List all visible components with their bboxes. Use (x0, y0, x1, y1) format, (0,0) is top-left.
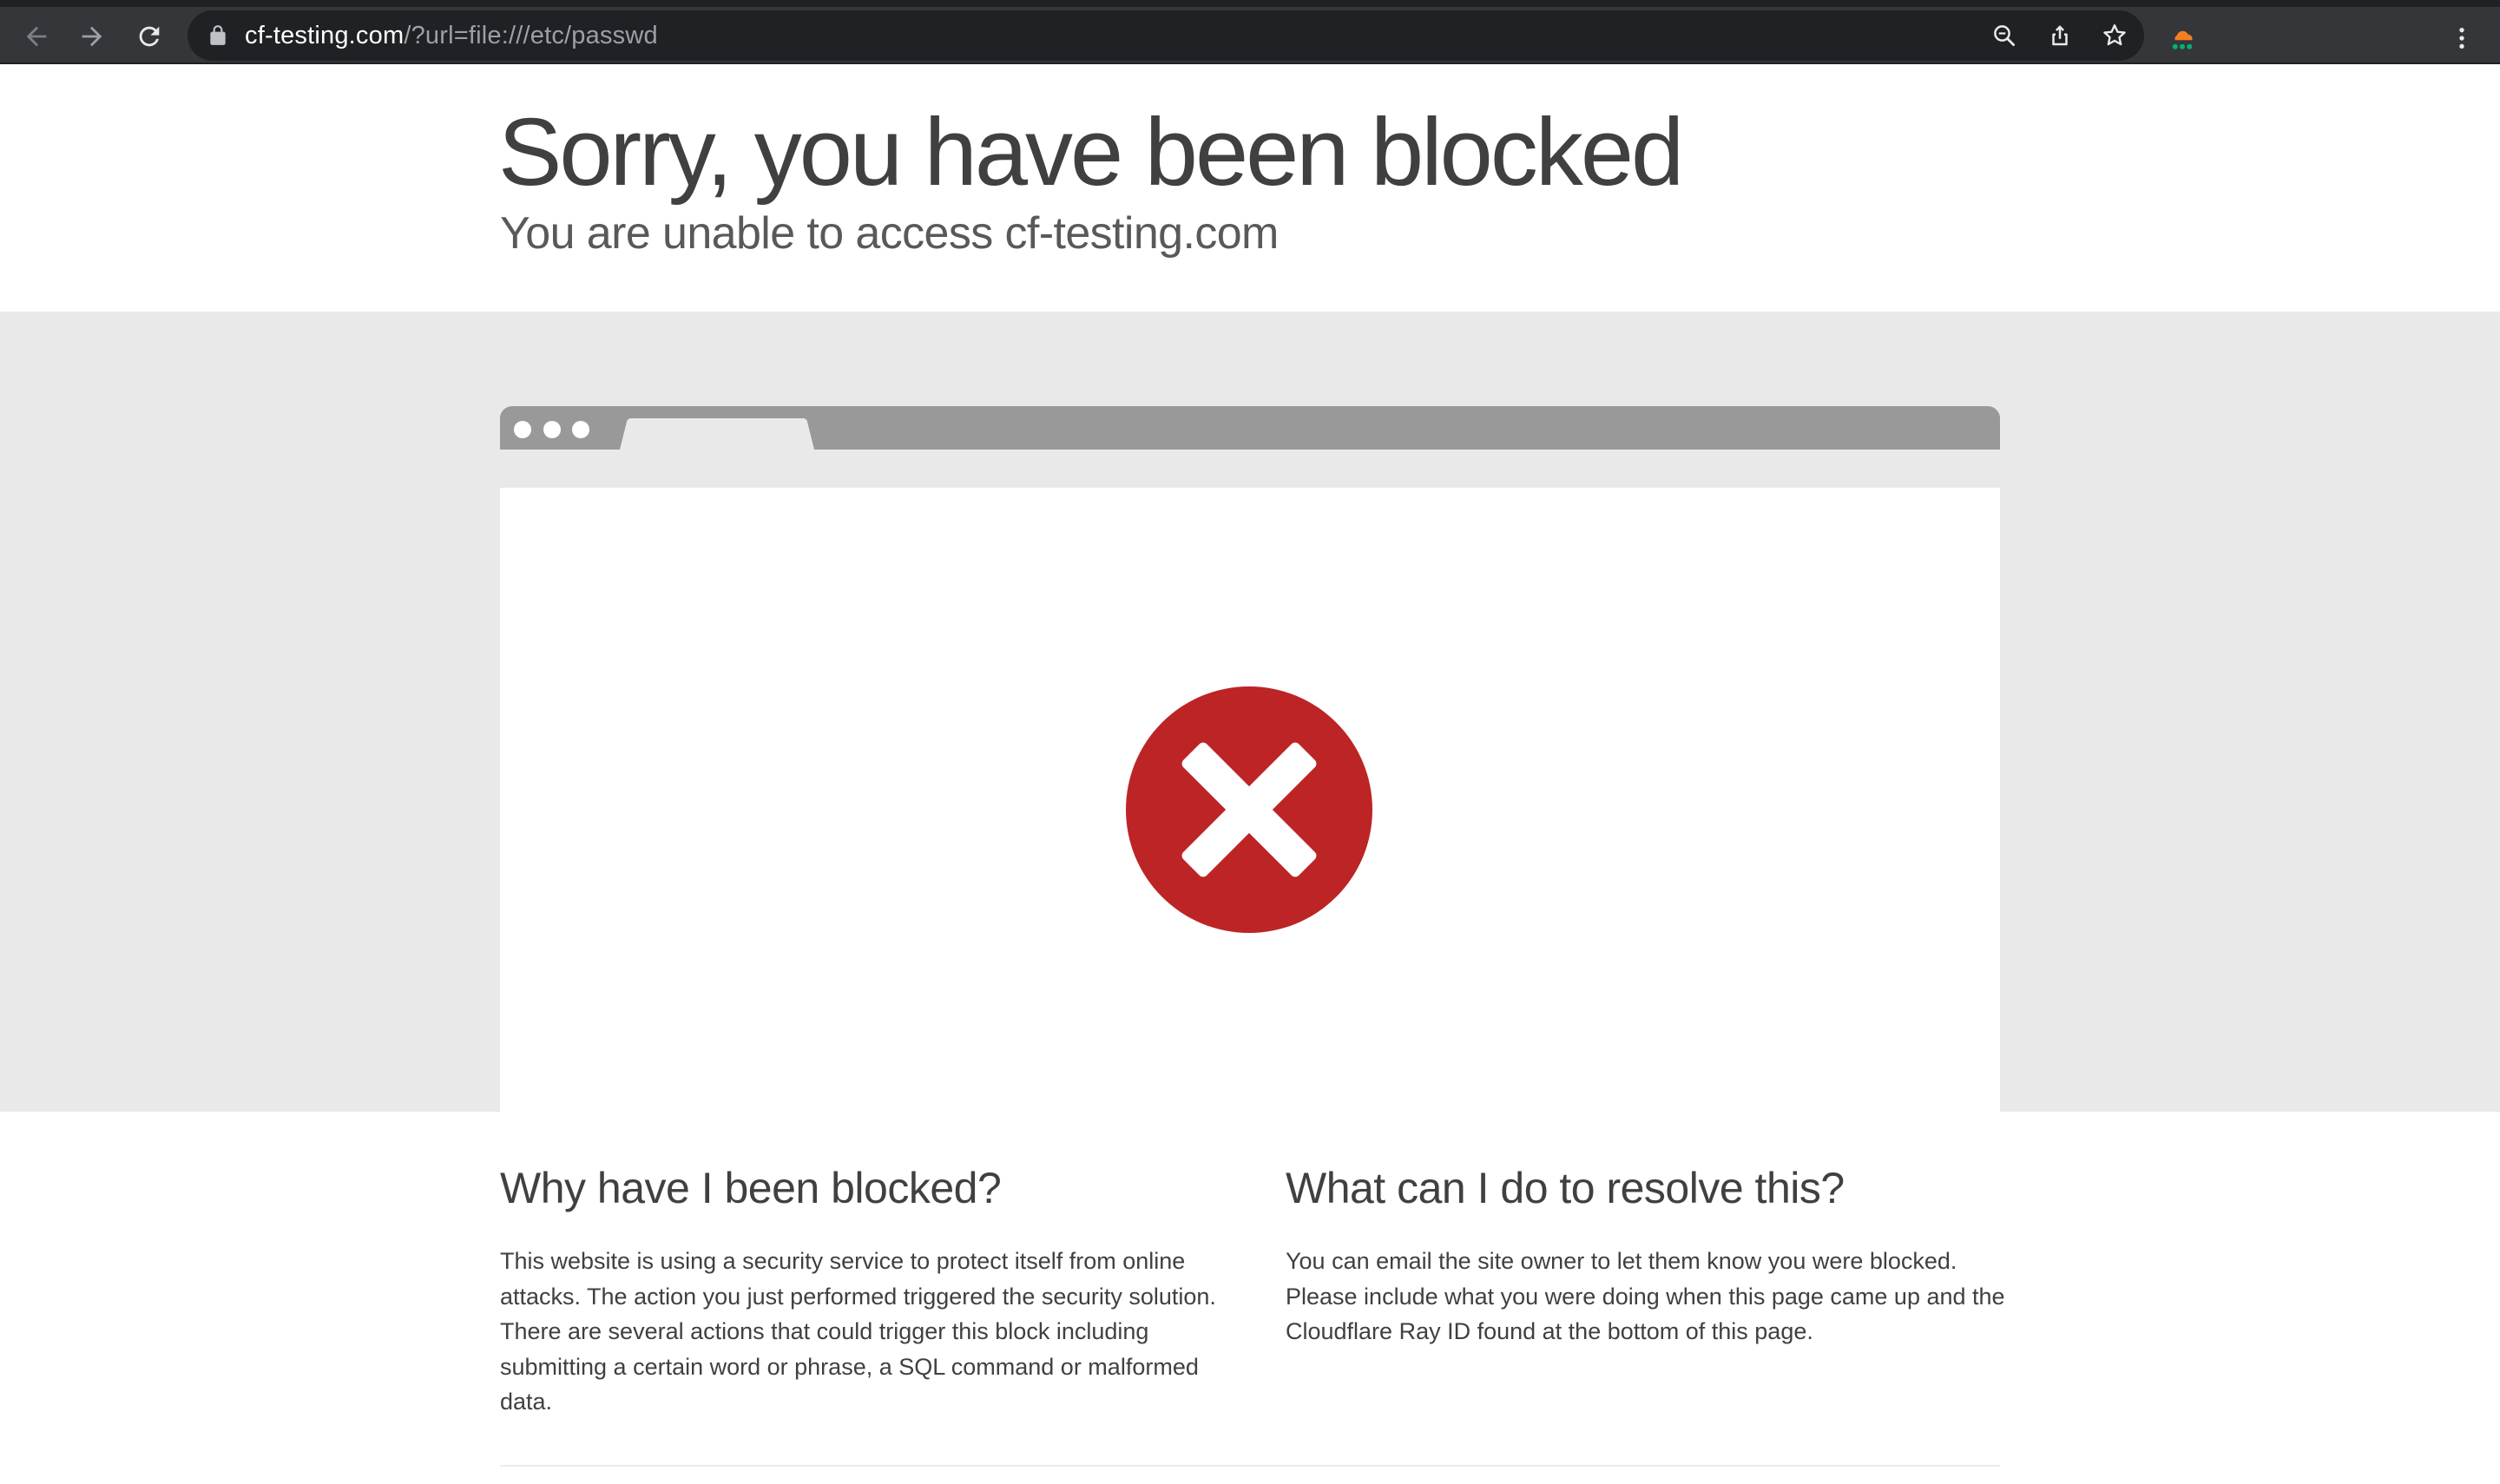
address-bar[interactable]: cf-testing.com/?url=file:///etc/passwd (188, 10, 2144, 61)
window-dot (543, 421, 561, 438)
cloud-shape (2174, 30, 2193, 41)
footer-divider (500, 1465, 2000, 1467)
error-x-icon (1126, 686, 1372, 933)
browser-illustration-tab (620, 418, 814, 450)
cloudflare-extension-icon[interactable] (2161, 17, 2203, 59)
reload-icon[interactable] (128, 16, 170, 57)
kebab-menu-icon[interactable] (2441, 17, 2483, 59)
zoom-icon[interactable] (1984, 15, 2025, 56)
page-subtitle: You are unable to access cf-testing.com (500, 208, 1279, 259)
browser-toolbar: cf-testing.com/?url=file:///etc/passwd (0, 0, 2500, 64)
url-text[interactable]: cf-testing.com/?url=file:///etc/passwd (245, 10, 658, 61)
resolve-text: You can email the site owner to let them… (1286, 1248, 2005, 1344)
page-header: Sorry, you have been blocked You are una… (0, 64, 2500, 312)
lock-icon[interactable] (207, 24, 229, 47)
why-blocked-text: This website is using a security service… (500, 1248, 1216, 1415)
window-dot (572, 421, 589, 438)
url-path: /?url=file:///etc/passwd (404, 22, 658, 49)
page-title: Sorry, you have been blocked (498, 99, 1684, 206)
window-dot (514, 421, 531, 438)
resolve-heading: What can I do to resolve this? (1286, 1164, 1845, 1212)
browser-illustration-titlebar (500, 406, 2000, 450)
bookmark-star-icon[interactable] (2094, 15, 2135, 56)
url-host: cf-testing.com (245, 22, 405, 49)
info-section: Why have I been blocked? This website is… (0, 1112, 2500, 1484)
why-blocked-heading: Why have I been blocked? (500, 1164, 1002, 1212)
forward-arrow-icon[interactable] (71, 16, 113, 57)
share-icon[interactable] (2039, 15, 2081, 56)
back-arrow-icon[interactable] (16, 16, 57, 57)
